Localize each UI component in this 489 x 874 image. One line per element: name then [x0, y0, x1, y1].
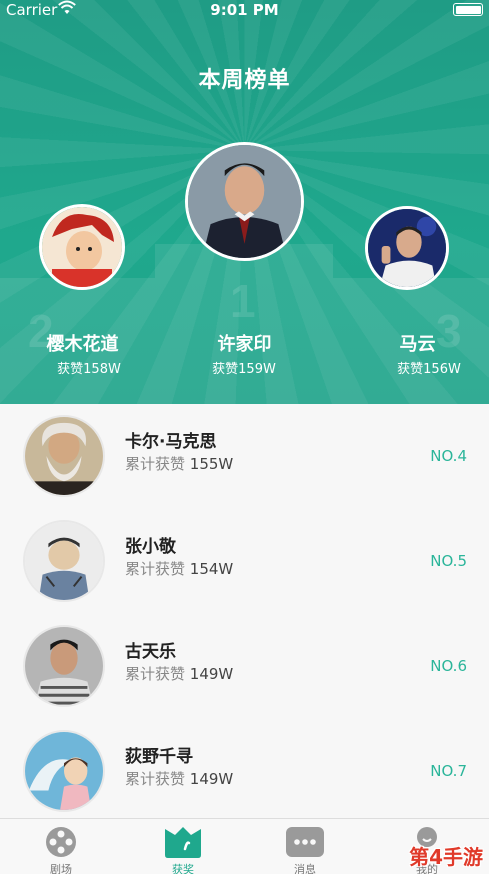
- list-item-likes: 累计获赞 154W: [125, 558, 233, 579]
- leaderboard-hero: Carrier 9:01 PM 本周榜单 2 1 3 樱木花道 获赞158W 许…: [0, 0, 489, 404]
- list-item[interactable]: 古天乐 累计获赞 149W NO.6: [0, 614, 489, 719]
- likes-label: 累计获赞: [125, 455, 186, 473]
- list-item[interactable]: 卡尔·马克思 累计获赞 155W NO.4: [0, 404, 489, 509]
- chat-bubble-icon: [286, 827, 324, 857]
- status-time: 9:01 PM: [210, 1, 279, 19]
- list-item-rank: NO.6: [430, 657, 467, 675]
- list-item-rank: NO.7: [430, 762, 467, 780]
- tab-theater[interactable]: 剧场: [0, 819, 122, 874]
- list-item-likes: 累计获赞 155W: [125, 453, 233, 474]
- battery-icon: [453, 3, 483, 16]
- podium-number-first: 1: [230, 275, 256, 327]
- likes-value: 149W: [189, 770, 234, 788]
- tab-messages[interactable]: 消息: [244, 819, 366, 874]
- likes-value: 154W: [189, 560, 234, 578]
- page-title: 本周榜单: [198, 68, 291, 93]
- likes-label: 累计获赞: [125, 665, 186, 683]
- list-item-name: 古天乐: [125, 642, 176, 662]
- film-reel-icon: [46, 827, 76, 857]
- tab-label: 消息: [294, 863, 316, 874]
- list-item[interactable]: 张小敬 累计获赞 154W NO.5: [0, 509, 489, 614]
- avatar: [23, 730, 105, 812]
- list-item-likes: 累计获赞 149W: [125, 663, 233, 684]
- podium-likes-first: 获赞159W: [212, 362, 276, 377]
- list-item-rank: NO.4: [430, 447, 467, 465]
- podium-likes-third: 获赞156W: [397, 362, 461, 377]
- podium-name-first: 许家印: [217, 334, 272, 355]
- list-item-rank: NO.5: [430, 552, 467, 570]
- avatar: [23, 520, 105, 602]
- watermark-logo: 第4手游: [409, 845, 483, 869]
- list-item-likes: 累计获赞 149W: [125, 768, 233, 789]
- avatar: [23, 625, 105, 707]
- avatar-second-place[interactable]: [39, 204, 125, 290]
- ranking-list: 卡尔·马克思 累计获赞 155W NO.4 张小敬 累计获赞 154W NO.5…: [0, 404, 489, 818]
- podium-likes-second: 获赞158W: [57, 362, 121, 377]
- likes-label: 累计获赞: [125, 770, 186, 788]
- avatar: [23, 415, 105, 497]
- list-item-name: 卡尔·马克思: [125, 432, 217, 452]
- avatar-first-place[interactable]: [185, 142, 304, 261]
- list-item-name: 张小敬: [125, 537, 176, 557]
- likes-label: 累计获赞: [125, 560, 186, 578]
- list-item-name: 荻野千寻: [125, 747, 193, 767]
- likes-value: 149W: [189, 665, 234, 683]
- tab-label: 获奖: [172, 863, 194, 874]
- tab-awards[interactable]: 获奖: [122, 819, 244, 874]
- podium-name-second: 樱木花道: [46, 334, 119, 355]
- likes-value: 155W: [189, 455, 234, 473]
- avatar-third-place[interactable]: [365, 206, 449, 290]
- list-item[interactable]: 荻野千寻 累计获赞 149W NO.7: [0, 719, 489, 824]
- tab-label: 剧场: [50, 863, 72, 874]
- tab-bar: 剧场 获奖 消息 我的 第4手游: [0, 818, 489, 874]
- podium-name-third: 马云: [399, 334, 436, 355]
- trophy-icon: [165, 827, 201, 858]
- status-bar: Carrier 9:01 PM: [0, 0, 489, 22]
